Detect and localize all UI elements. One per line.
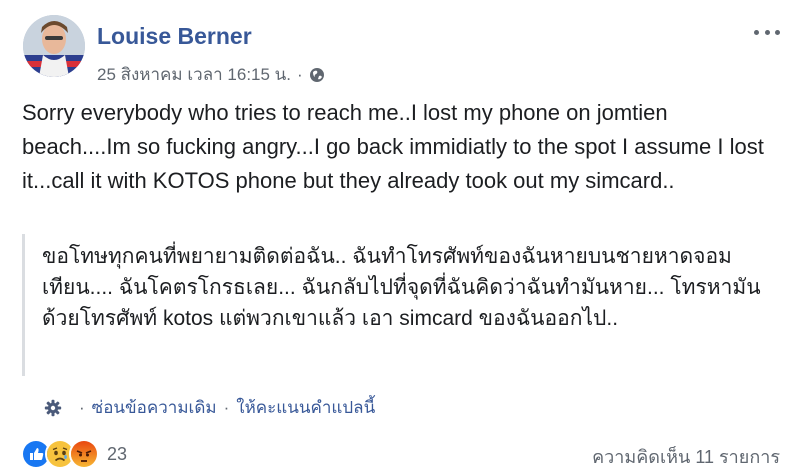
facebook-post: Louise Berner 25 สิงหาคม เวลา 16:15 น. ·… — [0, 0, 800, 476]
hide-original-link[interactable]: ซ่อนข้อความเดิม — [92, 394, 217, 421]
comments-count-link[interactable]: ความคิดเห็น 11 รายการ — [592, 442, 780, 471]
angry-icon — [69, 439, 99, 469]
author-name[interactable]: Louise Berner — [97, 23, 252, 50]
translation-text: ขอโทษทุกคนที่พยายามติดต่อฉัน.. ฉันทำโทรศ… — [22, 234, 767, 376]
avatar-image — [23, 15, 85, 77]
translation-separator: · — [223, 397, 230, 417]
meta-separator: · — [297, 64, 303, 84]
dot-icon — [764, 29, 770, 35]
dot-icon — [775, 29, 780, 35]
translation-separator: · — [79, 397, 85, 417]
rate-translation-link[interactable]: ให้คะแนนคำแปลนี้ — [236, 394, 375, 421]
post-body: Sorry everybody who tries to reach me..I… — [22, 100, 764, 193]
post-timestamp[interactable]: 25 สิงหาคม เวลา 16:15 น. — [97, 61, 291, 88]
more-options-icon[interactable] — [754, 22, 780, 42]
reactions-summary[interactable]: 23 — [21, 439, 128, 469]
post-meta: 25 สิงหาคม เวลา 16:15 น. · — [97, 61, 325, 88]
dot-icon — [754, 29, 759, 35]
globe-icon[interactable] — [309, 67, 325, 83]
translation-actions: · ซ่อนข้อความเดิม · ให้คะแนนคำแปลนี้ — [44, 394, 375, 421]
avatar[interactable] — [23, 15, 85, 77]
reaction-count: 23 — [107, 443, 128, 464]
gear-icon[interactable] — [44, 399, 62, 417]
